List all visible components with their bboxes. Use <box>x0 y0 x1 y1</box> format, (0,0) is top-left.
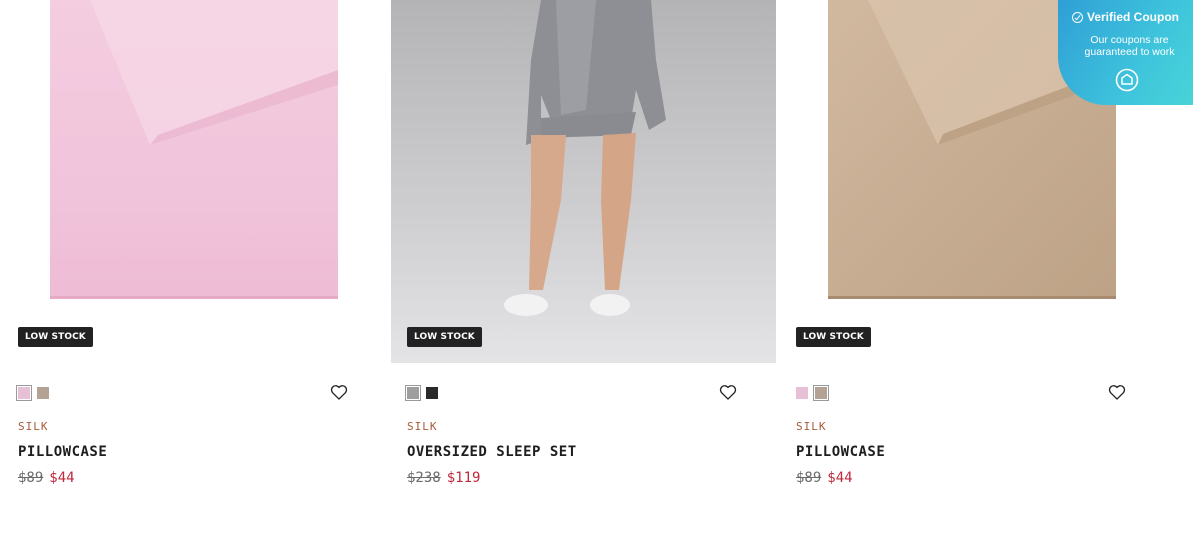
low-stock-badge: LOW STOCK <box>796 327 871 347</box>
product-price: $89 $44 <box>18 470 75 486</box>
product-category: SILK <box>18 420 49 433</box>
check-circle-icon <box>1071 12 1083 23</box>
product-category: SILK <box>407 420 438 433</box>
product-price: $238 $119 <box>407 470 480 486</box>
swatch-taupe[interactable] <box>813 385 829 401</box>
product-price: $89 $44 <box>796 470 853 486</box>
color-swatches <box>405 385 439 401</box>
sale-price: $44 <box>49 470 75 486</box>
product-name[interactable]: PILLOWCASE <box>796 444 885 460</box>
wishlist-heart-icon[interactable] <box>1107 382 1127 402</box>
product-image[interactable] <box>0 0 385 363</box>
verified-coupon-widget[interactable]: Verified Coupon Our coupons are guarante… <box>1058 0 1193 105</box>
product-card[interactable]: LOW STOCK SILK PILLOWCASE $89 $44 <box>0 0 385 541</box>
coupon-line-2: guaranteed to work <box>1084 46 1175 58</box>
low-stock-badge: LOW STOCK <box>18 327 93 347</box>
coupon-logo-icon[interactable] <box>1115 68 1139 92</box>
low-stock-badge: LOW STOCK <box>407 327 482 347</box>
swatch-pink[interactable] <box>795 386 809 400</box>
product-name[interactable]: OVERSIZED SLEEP SET <box>407 444 577 460</box>
sale-price: $44 <box>827 470 853 486</box>
original-price: $89 <box>18 470 44 486</box>
product-grid: LOW STOCK SILK PILLOWCASE $89 $44 LOW ST… <box>0 0 1193 541</box>
wishlist-heart-icon[interactable] <box>329 382 349 402</box>
swatch-black[interactable] <box>425 386 439 400</box>
product-image[interactable] <box>391 0 776 363</box>
wishlist-heart-icon[interactable] <box>718 382 738 402</box>
product-name[interactable]: PILLOWCASE <box>18 444 107 460</box>
sale-price: $119 <box>446 470 481 486</box>
coupon-line-1: Our coupons are <box>1090 34 1169 46</box>
product-card[interactable]: LOW STOCK SILK OVERSIZED SLEEP SET $238 $… <box>389 0 776 541</box>
original-price: $238 <box>407 470 441 486</box>
product-category: SILK <box>796 420 827 433</box>
coupon-title-text: Verified Coupon <box>1086 10 1179 24</box>
color-swatches <box>16 385 50 401</box>
swatch-pink[interactable] <box>16 385 32 401</box>
color-swatches <box>795 385 829 401</box>
original-price: $89 <box>796 470 822 486</box>
swatch-grey[interactable] <box>405 385 421 401</box>
coupon-description: Our coupons are guaranteed to work <box>1066 34 1193 58</box>
swatch-taupe[interactable] <box>36 386 50 400</box>
coupon-title: Verified Coupon <box>1058 10 1193 24</box>
